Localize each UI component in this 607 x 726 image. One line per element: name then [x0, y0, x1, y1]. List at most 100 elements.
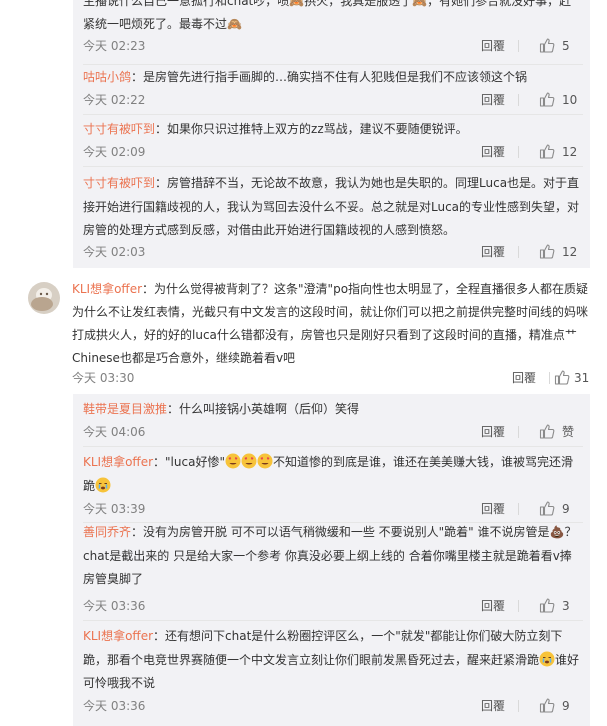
divider: [518, 94, 519, 106]
reply-time: 今天 03:36: [83, 699, 146, 713]
reply-button[interactable]: 回覆: [481, 499, 505, 519]
divider: [518, 146, 519, 158]
comment-thread: 主播说什么自己一意孤行和chat吵，喷🙈拱火，我真是服透了🙈，有她们参合就没好事…: [0, 0, 607, 726]
reply-button[interactable]: 回覆: [481, 422, 505, 442]
reply-item: 寸寸有被吓到：房管措辞不当，无论故不故意，我认为她也是失职的。同理Luca也是。…: [83, 172, 583, 259]
divider: [518, 503, 519, 515]
reply-meta: 今天 03:36 回覆 3: [83, 596, 583, 616]
reply-button[interactable]: 回覆: [481, 242, 505, 262]
like-count: 9: [562, 699, 570, 713]
thumbs-up-icon: [554, 370, 570, 385]
thumbs-up-icon: [539, 698, 555, 713]
reply-username[interactable]: KLI想拿offer: [83, 455, 153, 469]
reply-time: 今天 03:36: [83, 599, 146, 613]
reply-username[interactable]: KLI想拿offer: [83, 629, 153, 643]
reply-item: KLI想拿offer："luca好惨" 不知道惨的到底是谁，谁还在美美赚大钱，谁被…: [83, 451, 583, 516]
reply-username[interactable]: 寸寸有被吓到: [83, 122, 155, 136]
main-comment-text: KLI想拿offer：为什么觉得被背刺了？这条"澄清"po指向性也太明显了，全程…: [72, 282, 589, 365]
divider: [518, 600, 519, 612]
divider: [83, 446, 583, 447]
reply-meta: 今天 02:23 回覆 5: [83, 36, 583, 56]
divider: [83, 620, 583, 621]
reply-item: KLI想拿offer：还有想问下chat是什么粉圈控评区么，一个"就发"都能让你…: [83, 625, 583, 713]
avatar[interactable]: [28, 282, 60, 314]
reply-item: 主播说什么自己一意孤行和chat吵，喷🙈拱火，我真是服透了🙈，有她们参合就没好事…: [83, 0, 583, 53]
reply-time: 今天 04:06: [83, 425, 146, 439]
main-comment-meta: 今天 03:30 回覆 31: [72, 368, 594, 388]
reply-text: 鞋带是夏目激推：什么叫接锅小英雄啊（后仰）笑得: [83, 402, 360, 416]
reply-text: 咕咕小鸽：是房管先进行指手画脚的…确实挡不住有人犯贱但是我们不应该领这个锅: [83, 70, 528, 84]
reply-username[interactable]: 寸寸有被吓到: [83, 176, 155, 190]
reply-text: 主播说什么自己一意孤行和chat吵，喷🙈拱火，我真是服透了🙈，有她们参合就没好事…: [83, 0, 572, 31]
reply-button[interactable]: 回覆: [481, 596, 505, 616]
like-button[interactable]: 10: [527, 90, 583, 110]
comment-time: 今天 03:30: [72, 371, 135, 385]
reply-button[interactable]: 回覆: [481, 696, 505, 716]
like-button[interactable]: 12: [527, 142, 583, 162]
reply-text: 寸寸有被吓到：房管措辞不当，无论故不故意，我认为她也是失职的。同理Luca也是。…: [83, 176, 580, 237]
main-comment-body: KLI想拿offer：为什么觉得被背刺了？这条"澄清"po指向性也太明显了，全程…: [72, 278, 592, 385]
thumbs-up-icon: [539, 424, 555, 439]
reply-item: 鞋带是夏目激推：什么叫接锅小英雄啊（后仰）笑得 今天 04:06 回覆 赞: [83, 398, 583, 439]
heart-eyes-emoji-icon: [241, 453, 257, 469]
like-button[interactable]: 3: [527, 596, 583, 616]
like-count: 10: [562, 93, 578, 107]
divider: [518, 700, 519, 712]
reply-item: 寸寸有被吓到：如果你只识过推特上双方的zz骂战，建议不要随便锐评。 今天 02:…: [83, 118, 583, 159]
reply-text: KLI想拿offer："luca好惨" 不知道惨的到底是谁，谁还在美美赚大钱，谁被…: [83, 453, 573, 493]
reply-username[interactable]: 善同乔齐: [83, 525, 131, 539]
reply-time: 今天 02:22: [83, 93, 146, 107]
heart-eyes-emoji-icon: [257, 453, 273, 469]
like-button[interactable]: 31: [554, 368, 594, 388]
thumbs-up-icon: [539, 144, 555, 159]
reply-text: 寸寸有被吓到：如果你只识过推特上双方的zz骂战，建议不要随便锐评。: [83, 122, 468, 136]
reply-time: 今天 02:09: [83, 145, 146, 159]
like-button[interactable]: 9: [527, 499, 583, 519]
reply-meta: 今天 04:06 回覆 赞: [83, 422, 583, 442]
reply-time: 今天 02:23: [83, 39, 146, 53]
reply-box-lower: 鞋带是夏目激推：什么叫接锅小英雄啊（后仰）笑得 今天 04:06 回覆 赞 KL…: [73, 394, 590, 726]
crying-emoji-icon: [539, 651, 555, 666]
avatar-image: [28, 282, 60, 314]
divider: [83, 64, 583, 65]
reply-button[interactable]: 回覆: [512, 368, 536, 388]
thumbs-up-icon: [539, 92, 555, 107]
thumbs-up-icon: [539, 244, 555, 259]
thumbs-up-icon: [539, 501, 555, 516]
crying-emoji-icon: [95, 477, 111, 492]
divider: [549, 372, 550, 384]
like-count: 31: [574, 371, 590, 385]
like-count: 12: [562, 245, 578, 259]
divider: [83, 166, 583, 167]
divider: [518, 40, 519, 52]
main-comment-username[interactable]: KLI想拿offer: [72, 282, 142, 296]
reply-meta: 今天 03:36 回覆 9: [83, 696, 583, 716]
like-button[interactable]: 9: [527, 696, 583, 716]
like-count: 12: [562, 145, 578, 159]
reply-username[interactable]: 咕咕小鸽: [83, 70, 131, 84]
reply-text: 善同乔齐：没有为房管开脱 可不可以语气稍微缓和一些 不要说别人"跪着" 谁不说房…: [83, 525, 577, 586]
like-button[interactable]: 12: [527, 242, 583, 262]
reply-button[interactable]: 回覆: [481, 142, 505, 162]
reply-box-upper: 主播说什么自己一意孤行和chat吵，喷🙈拱火，我真是服透了🙈，有她们参合就没好事…: [73, 0, 590, 268]
reply-meta: 今天 02:09 回覆 12: [83, 142, 583, 162]
like-button[interactable]: 赞: [527, 422, 583, 442]
like-count: 9: [562, 502, 570, 516]
like-button[interactable]: 5: [527, 36, 583, 56]
like-count: 5: [562, 39, 570, 53]
divider: [518, 246, 519, 258]
reply-time: 今天 02:03: [83, 245, 146, 259]
reply-button[interactable]: 回覆: [481, 90, 505, 110]
reply-meta: 今天 02:22 回覆 10: [83, 90, 583, 110]
like-count: 3: [562, 599, 570, 613]
thumbs-up-icon: [539, 38, 555, 53]
heart-eyes-emoji-icon: [225, 453, 241, 469]
reply-meta: 今天 02:03 回覆 12: [83, 242, 583, 262]
divider: [518, 426, 519, 438]
reply-username[interactable]: 鞋带是夏目激推: [83, 402, 167, 416]
thumbs-up-icon: [539, 598, 555, 613]
reply-item: 善同乔齐：没有为房管开脱 可不可以语气稍微缓和一些 不要说别人"跪着" 谁不说房…: [83, 521, 583, 613]
reply-button[interactable]: 回覆: [481, 36, 505, 56]
reply-text: KLI想拿offer：还有想问下chat是什么粉圈控评区么，一个"就发"都能让你…: [83, 629, 580, 690]
divider: [83, 114, 583, 115]
